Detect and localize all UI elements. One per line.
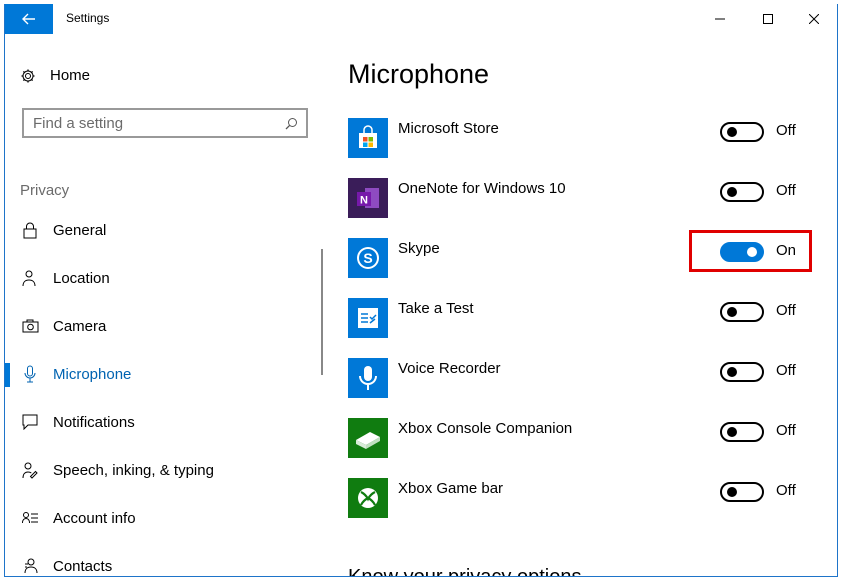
sidebar-item-label: Account info [53,509,136,527]
app-row-xbox-game-bar: Xbox Game bar Off [348,478,818,518]
onenote-toggle[interactable] [720,182,764,202]
sidebar-item-label: Location [53,269,110,287]
app-row-xbox-console-companion: Xbox Console Companion Off [348,418,818,458]
minimize-icon [715,18,725,20]
close-icon [809,14,819,24]
app-name: Xbox Console Companion [398,420,573,437]
microsoft-store-toggle[interactable] [720,122,764,142]
contacts-icon [21,557,39,575]
toggle-knob [727,487,737,497]
page-title: Microphone [348,59,490,89]
toggle-knob [727,307,737,317]
app-name: OneNote for Windows 10 [398,180,566,197]
app-name: Voice Recorder [398,360,501,377]
maximize-button[interactable] [745,4,791,34]
sidebar-item-general[interactable]: General [5,210,325,250]
maximize-icon [763,14,773,24]
sidebar-home[interactable]: Home [20,67,90,84]
search-icon[interactable] [276,117,306,130]
sidebar-item-label: Notifications [53,413,135,431]
camera-icon [21,317,39,335]
sidebar-item-label: Speech, inking, & typing [53,461,214,479]
sidebar-item-microphone[interactable]: Microphone [5,354,325,394]
sidebar-item-account-info[interactable]: Account info [5,498,325,538]
microphone-icon [21,365,39,383]
take-a-test-toggle[interactable] [720,302,764,322]
home-label: Home [50,67,91,84]
toggle-knob [727,187,737,197]
speech-bubble-icon [21,413,39,431]
app-name: Take a Test [398,300,474,317]
app-row-take-a-test: Take a Test Off [348,298,818,338]
toggle-state-label: Off [776,182,796,199]
section-label-privacy: Privacy [20,182,70,199]
person-pin-icon [21,269,39,287]
sidebar-item-speech-inking-typing[interactable]: Speech, inking, & typing [5,450,325,490]
toggle-knob [727,367,737,377]
pen-person-icon [21,461,39,479]
sidebar-item-contacts[interactable]: Contacts [5,546,325,576]
app-name: Skype [398,240,440,257]
settings-window: Settings Home Find a setting Privacy Gen… [4,4,838,577]
toggle-state-label: Off [776,482,796,499]
gear-icon [20,68,36,84]
back-button[interactable] [5,4,53,34]
voice-recorder-icon [348,358,388,398]
sidebar-item-label: Microphone [53,365,132,383]
toggle-state-label: Off [776,302,796,319]
app-row-microsoft-store: Microsoft Store Off [348,118,818,158]
app-name: Microsoft Store [398,120,499,137]
sidebar-scrollbar[interactable] [321,249,323,375]
search-input[interactable]: Find a setting [22,108,308,138]
sidebar: Home Find a setting Privacy General Loca… [5,34,330,576]
app-row-onenote: N OneNote for Windows 10 Off [348,178,818,218]
toggle-knob [727,127,737,137]
back-arrow-icon [22,13,35,25]
highlight-box [689,230,812,272]
close-button[interactable] [791,4,837,34]
onenote-icon: N [348,178,388,218]
store-bag-icon [348,118,388,158]
search-placeholder: Find a setting [33,114,124,132]
account-list-icon [21,509,39,527]
app-name: Xbox Game bar [398,480,504,497]
title-bar: Settings [5,4,837,34]
toggle-state-label: Off [776,122,796,139]
xbox-console-companion-toggle[interactable] [720,422,764,442]
minimize-button[interactable] [697,4,743,34]
xbox-game-bar-toggle[interactable] [720,482,764,502]
sidebar-item-camera[interactable]: Camera [5,306,325,346]
svg-text:S: S [363,250,372,266]
main-content: Microphone Microsoft Store Off N OneNote… [330,34,837,577]
checklist-icon [348,298,388,338]
lock-icon [21,221,39,239]
toggle-state-label: Off [776,422,796,439]
toggle-state-label: Off [776,362,796,379]
voice-recorder-toggle[interactable] [720,362,764,382]
sidebar-item-label: Camera [53,317,107,335]
sidebar-item-location[interactable]: Location [5,258,325,298]
sidebar-item-label: Contacts [53,557,113,575]
privacy-options-heading: Know your privacy options [348,566,582,577]
app-row-voice-recorder: Voice Recorder Off [348,358,818,398]
xbox-logo-icon [348,478,388,518]
xbox-console-icon [348,418,388,458]
svg-text:N: N [360,195,368,207]
skype-icon: S [348,238,388,278]
window-title: Settings [66,11,110,25]
sidebar-item-label: General [53,221,107,239]
sidebar-item-notifications[interactable]: Notifications [5,402,325,442]
toggle-knob [727,427,737,437]
